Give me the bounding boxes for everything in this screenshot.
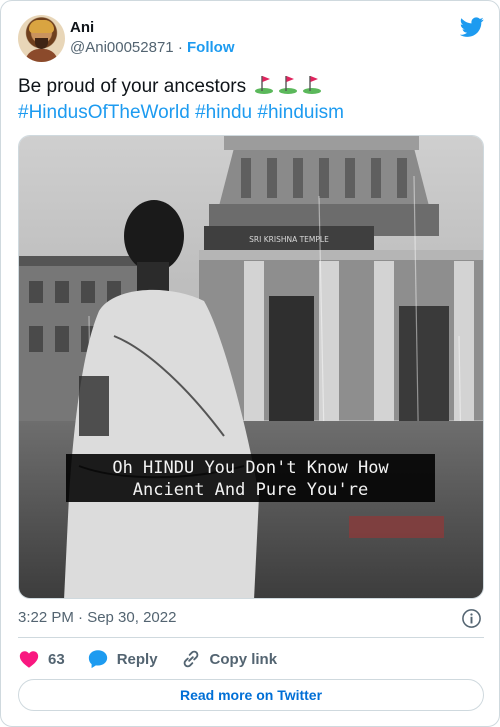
tweet-body: Be proud of your ancestors	[18, 76, 247, 97]
hashtag-link[interactable]: #hinduism	[257, 102, 344, 123]
author-handle[interactable]: @Ani00052871	[70, 39, 174, 56]
tweet-timestamp[interactable]: 3:22 PM · Sep 30, 2022	[18, 609, 176, 626]
reply-button[interactable]: Reply	[87, 648, 158, 670]
hashtag-link[interactable]: #HindusOfTheWorld	[18, 102, 190, 123]
heart-icon	[19, 651, 39, 668]
read-more-button[interactable]: Read more on Twitter	[18, 679, 484, 711]
author-handle-row: @Ani00052871 · Follow	[70, 39, 235, 56]
tweet-card: Ani @Ani00052871 · Follow Be proud of yo…	[0, 0, 500, 727]
golf-flag-icon	[303, 76, 322, 94]
twitter-bird-icon[interactable]	[460, 15, 484, 39]
author-avatar[interactable]	[18, 15, 65, 62]
like-count: 63	[48, 650, 65, 668]
tweet-media-image[interactable]: SRI KRISHNA TEMPLE Oh HINDU You Don't Kn…	[18, 135, 484, 599]
like-button[interactable]: 63	[18, 648, 65, 670]
divider	[18, 637, 484, 638]
author-name[interactable]: Ani	[70, 19, 94, 36]
temple-sign-text: SRI KRISHNA TEMPLE	[249, 235, 329, 244]
reply-label: Reply	[116, 650, 158, 668]
golf-flag-icon	[279, 76, 298, 94]
caption-line-2: Ancient And Pure You're	[132, 480, 369, 500]
reply-bubble-icon	[88, 650, 107, 669]
image-caption: Oh HINDU You Don't Know How Ancient And …	[66, 454, 435, 502]
golf-flag-icon	[255, 76, 274, 94]
copy-link-label: Copy link	[209, 650, 278, 668]
temple-photo: SRI KRISHNA TEMPLE	[19, 136, 483, 598]
caption-line-1: Oh HINDU You Don't Know How	[112, 458, 389, 478]
link-icon	[183, 650, 198, 668]
follow-button[interactable]: Follow	[187, 39, 235, 56]
hashtag-link[interactable]: #hindu	[195, 102, 252, 123]
copy-link-button[interactable]: Copy link	[180, 648, 278, 670]
tweet-actions: 63 Reply Copy link	[18, 648, 299, 670]
handle-separator: ·	[177, 39, 183, 56]
info-icon[interactable]	[461, 608, 482, 629]
tweet-text: Be proud of your ancestors #HindusOfTheW…	[18, 73, 484, 126]
